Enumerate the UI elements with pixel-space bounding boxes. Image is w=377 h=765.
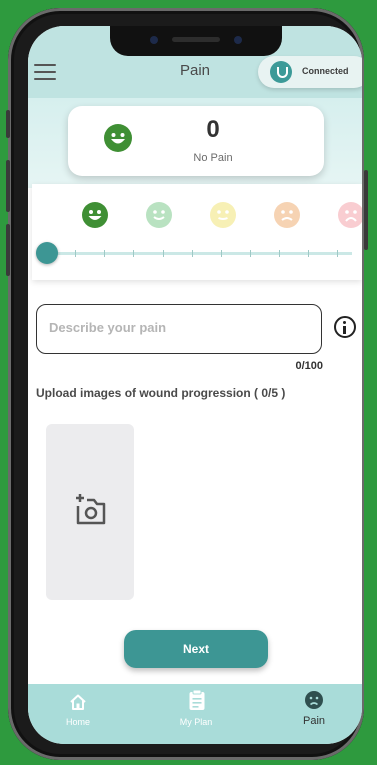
- home-icon: [70, 694, 86, 710]
- slider-tick: [250, 250, 251, 257]
- phone-notch: [110, 26, 282, 56]
- nav-item-my-plan[interactable]: My Plan: [146, 684, 246, 744]
- neutral-face-icon[interactable]: [210, 202, 236, 228]
- pain-face-icon: [305, 691, 323, 709]
- nav-item-pain[interactable]: Pain: [264, 684, 362, 744]
- nav-label-pain: Pain: [302, 715, 326, 727]
- pain-description-input[interactable]: [47, 319, 301, 336]
- pain-score-label: No Pain: [193, 152, 233, 164]
- app-screen: Pain Connected 0 No Pain Describe your p…: [28, 26, 362, 744]
- very-happy-face-icon[interactable]: [82, 202, 108, 228]
- very-sad-face-icon[interactable]: [338, 202, 362, 228]
- nav-label-home: Home: [65, 717, 90, 727]
- connection-status-badge[interactable]: Connected: [258, 56, 362, 88]
- speaker-grille: [172, 37, 220, 42]
- character-count: 0/100: [295, 360, 323, 372]
- nav-label-my-plan: My Plan: [179, 717, 213, 727]
- nav-item-home[interactable]: Home: [28, 684, 128, 744]
- add-image-tile[interactable]: [46, 424, 134, 600]
- current-pain-face-icon: [104, 124, 132, 152]
- next-button[interactable]: Next: [124, 630, 268, 668]
- slider-tick: [337, 250, 339, 257]
- slider-tick: [191, 250, 193, 257]
- face-sensor: [234, 36, 242, 44]
- front-camera: [150, 36, 158, 44]
- info-icon[interactable]: [334, 316, 356, 338]
- pain-scale-panel: [32, 184, 362, 280]
- phone-volume-down-button: [6, 224, 10, 276]
- pain-slider-track[interactable]: [46, 250, 352, 257]
- phone-side-button: [6, 110, 10, 138]
- slider-tick: [75, 250, 77, 257]
- sad-face-icon[interactable]: [274, 202, 300, 228]
- bottom-navigation: Home My Plan Pain: [28, 684, 362, 744]
- phone-volume-up-button: [6, 160, 10, 212]
- pain-score-value: 0: [206, 116, 220, 143]
- happy-face-icon[interactable]: [146, 202, 172, 228]
- upload-images-label: Upload images of wound progression ( 0/5…: [36, 386, 286, 400]
- slider-tick: [308, 250, 310, 257]
- slider-tick: [104, 250, 106, 257]
- pain-description-field[interactable]: [36, 304, 322, 354]
- phone-power-button: [364, 170, 368, 250]
- slider-tick: [220, 250, 222, 257]
- pain-score-card: 0 No Pain: [68, 106, 324, 176]
- connection-status-label: Connected: [302, 66, 349, 76]
- slider-tick: [162, 250, 164, 257]
- device-connected-icon: [270, 61, 292, 83]
- clipboard-icon: [189, 689, 205, 710]
- slider-tick: [279, 250, 281, 257]
- add-photo-icon: [76, 494, 106, 525]
- pain-slider-thumb[interactable]: [36, 242, 58, 264]
- slider-tick: [133, 250, 135, 257]
